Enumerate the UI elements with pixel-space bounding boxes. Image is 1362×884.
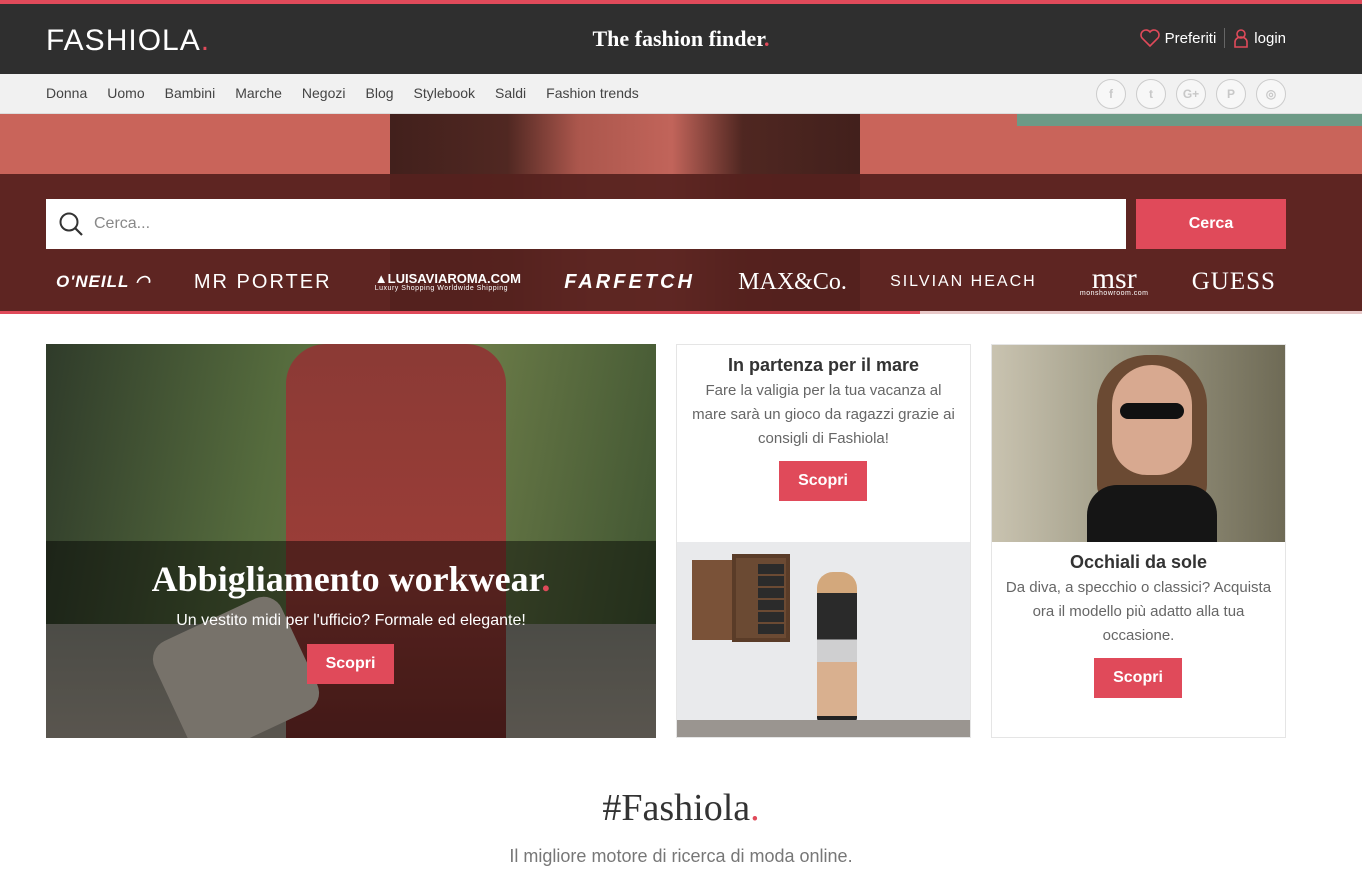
facebook-icon[interactable]: f (1096, 79, 1126, 109)
hero-underline-light (920, 311, 1362, 314)
mare-text: Fare la valigia per la tua vacanza al ma… (692, 382, 955, 447)
nav-item-blog[interactable]: Blog (366, 85, 394, 101)
brand-logos: O'NEILL ◠ MR PORTER ▲LUISAVIAROMA.COM Lux… (46, 262, 1286, 302)
occhiali-scopri-button[interactable]: Scopri (1094, 658, 1182, 698)
occhiali-image-top (1087, 485, 1217, 542)
workwear-subtitle: Un vestito midi per l'ufficio? Formale e… (176, 612, 526, 629)
user-icon (1234, 29, 1249, 48)
search-button[interactable]: Cerca (1136, 199, 1286, 249)
mare-scopri-button[interactable]: Scopri (779, 461, 867, 501)
brand-logo-maxco[interactable]: MAX&Co. (738, 269, 847, 296)
user-nav-divider (1224, 28, 1226, 48)
mare-title: In partenza per il mare (727, 355, 920, 375)
nav-item-saldi[interactable]: Saldi (495, 85, 526, 101)
search-box (46, 199, 1126, 249)
brand-msr-subtext: monshowroom.com (1079, 290, 1149, 298)
hero-underline-accent (0, 311, 920, 314)
hero-banner: Cerca O'NEILL ◠ MR PORTER ▲LUISAVIAROMA.… (0, 114, 1362, 314)
mare-image-ground (677, 720, 970, 737)
user-nav: Preferiti login (1139, 28, 1286, 48)
twitter-icon[interactable]: t (1136, 79, 1166, 109)
wave-icon: ◠ (134, 272, 151, 291)
brand-oneill-text: O'NEILL (56, 272, 130, 291)
brand-logo-luisaviaroma[interactable]: ▲LUISAVIAROMA.COM Luxury Shopping Worldwi… (375, 272, 521, 292)
brand-logo-farfetch[interactable]: FARFETCH (564, 271, 695, 294)
brand-luisaviaroma-subtext: Luxury Shopping Worldwide Shipping (374, 285, 508, 292)
top-header: FASHIOLA. The fashion finder. Preferiti … (0, 0, 1362, 74)
tagline-text: The fashion finder (592, 26, 765, 51)
workwear-title-dot: . (541, 559, 551, 599)
workwear-scopri-button[interactable]: Scopri (307, 644, 394, 684)
workwear-title: Abbigliamento workwear. (46, 558, 656, 600)
occhiali-title: Occhiali da sole (1069, 552, 1208, 572)
search-input[interactable] (94, 215, 1094, 233)
nav-item-negozi[interactable]: Negozi (302, 85, 346, 101)
nav-item-fashion-trends[interactable]: Fashion trends (546, 85, 639, 101)
workwear-card[interactable]: Abbigliamento workwear. Un vestito midi … (46, 344, 656, 738)
workwear-title-text: Abbigliamento workwear (151, 559, 542, 599)
favorites-label: Preferiti (1164, 29, 1217, 47)
favorites-link[interactable]: Preferiti (1139, 29, 1217, 47)
nav-menu: Donna Uomo Bambini Marche Negozi Blog St… (46, 85, 659, 101)
brand-luisaviaroma-text: ▲LUISAVIAROMA.COM (374, 271, 521, 286)
social-links: f t G+ P ◎ (1086, 79, 1286, 109)
mare-image-model (817, 572, 857, 722)
mare-image (677, 542, 970, 737)
search-icon (59, 212, 83, 236)
hero-accent-strip (1017, 114, 1362, 126)
brand-logo-msr[interactable]: msr monshowroom.com (1079, 264, 1149, 298)
sunglasses-icon (1120, 403, 1184, 419)
brand-logo-mrporter[interactable]: MR PORTER (194, 271, 332, 294)
nav-item-bambini[interactable]: Bambini (165, 85, 216, 101)
nav-item-marche[interactable]: Marche (235, 85, 282, 101)
hashtag-text: #Fashiola (602, 787, 751, 829)
heart-icon (1139, 29, 1160, 47)
brand-logo-guess[interactable]: GUESS (1192, 268, 1276, 296)
mare-image-window (732, 554, 790, 642)
occhiali-text: Da diva, a specchio o classici? Acquista… (1005, 579, 1272, 644)
instagram-icon[interactable]: ◎ (1256, 79, 1286, 109)
occhiali-card: Occhiali da sole Da diva, a specchio o c… (991, 344, 1286, 738)
main-nav: Donna Uomo Bambini Marche Negozi Blog St… (0, 74, 1362, 114)
footer-tagline: Il migliore motore di ricerca di moda on… (509, 846, 853, 866)
hashtag-dot: . (750, 787, 760, 829)
google-plus-icon[interactable]: G+ (1176, 79, 1206, 109)
occhiali-image (992, 345, 1285, 542)
hashtag-heading: #Fashiola. (0, 786, 1362, 830)
pinterest-icon[interactable]: P (1216, 79, 1246, 109)
brand-logo-oneill[interactable]: O'NEILL ◠ (56, 272, 151, 292)
login-link[interactable]: login (1233, 28, 1286, 48)
occhiali-image-face (1112, 365, 1192, 475)
nav-item-donna[interactable]: Donna (46, 85, 87, 101)
tagline-dot: . (764, 26, 770, 51)
nav-item-uomo[interactable]: Uomo (107, 85, 144, 101)
login-label: login (1254, 29, 1286, 47)
mare-card: In partenza per il mare Fare la valigia … (676, 344, 971, 738)
mare-image-shutter (692, 560, 732, 640)
brand-logo-silvianheach[interactable]: SILVIAN HEACH (890, 273, 1037, 291)
nav-item-stylebook[interactable]: Stylebook (414, 85, 475, 101)
